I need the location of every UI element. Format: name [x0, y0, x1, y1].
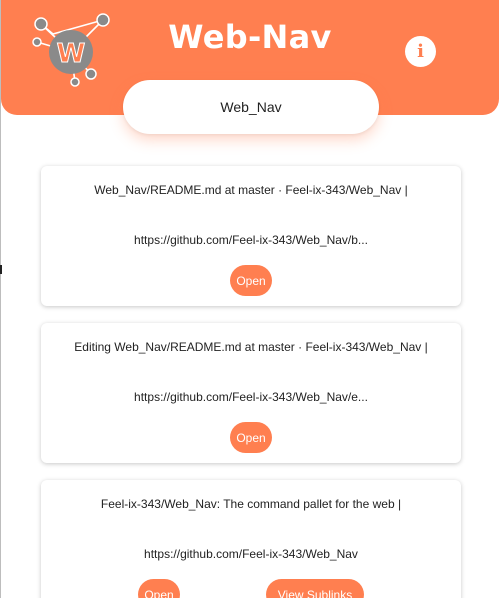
info-button[interactable]: i	[405, 36, 436, 67]
result-url: https://github.com/Feel-ix-343/Web_Nav/b…	[134, 233, 368, 247]
search-input[interactable]	[151, 99, 351, 115]
result-url: https://github.com/Feel-ix-343/Web_Nav/e…	[134, 390, 368, 404]
result-title: Editing Web_Nav/README.md at master · Fe…	[74, 340, 428, 354]
result-card: Feel-ix-343/Web_Nav: The command pallet …	[41, 480, 461, 598]
info-icon: i	[417, 41, 424, 62]
view-sublinks-button[interactable]: View Sublinks	[266, 579, 364, 598]
open-button[interactable]: Open	[230, 422, 272, 453]
search-box	[123, 80, 379, 134]
result-card: Web_Nav/README.md at master · Feel-ix-34…	[41, 166, 461, 306]
result-title: Web_Nav/README.md at master · Feel-ix-34…	[94, 183, 408, 197]
open-button[interactable]: Open	[230, 265, 272, 296]
open-button[interactable]: Open	[138, 579, 180, 598]
window-edge-marker	[0, 265, 2, 274]
result-title: Feel-ix-343/Web_Nav: The command pallet …	[100, 497, 402, 511]
result-url: https://github.com/Feel-ix-343/Web_Nav	[144, 547, 358, 561]
result-card: Editing Web_Nav/README.md at master · Fe…	[41, 323, 461, 463]
